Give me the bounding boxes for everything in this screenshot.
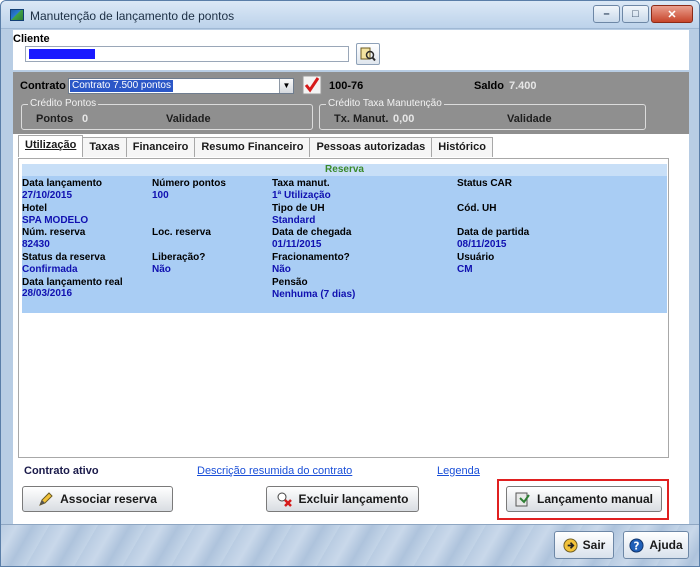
tab-financeiro[interactable]: Financeiro (125, 137, 196, 157)
tipo-uh-label: Tipo de UH (272, 203, 325, 214)
tipo-uh-value: Standard (272, 215, 316, 226)
checkmark-icon (302, 75, 322, 95)
title-bar: Manutenção de lançamento de pontos – □ ✕ (1, 1, 699, 29)
numero-pontos-value: 100 (152, 190, 169, 201)
tx-manut-value: 0,00 (393, 113, 415, 125)
data-chegada-label: Data de chegada (272, 227, 352, 238)
chevron-down-icon[interactable]: ▼ (279, 79, 293, 93)
lancamento-manual-button[interactable]: Lançamento manual (506, 486, 662, 512)
tab-resumo-financeiro[interactable]: Resumo Financeiro (194, 137, 311, 157)
lancamento-manual-label: Lançamento manual (536, 492, 654, 506)
legenda-link[interactable]: Legenda (437, 465, 480, 477)
data-lancamento-value: 27/10/2015 (22, 190, 73, 201)
contrato-label: Contrato (20, 80, 66, 92)
excluir-lancamento-label: Excluir lançamento (298, 492, 409, 506)
usuario-label: Usuário (457, 252, 495, 263)
app-icon (10, 9, 24, 21)
status-car-label: Status CAR (457, 178, 513, 189)
search-person-icon (360, 47, 376, 62)
tab-utilizacao[interactable]: Utilização (18, 135, 84, 157)
excluir-lancamento-button[interactable]: Excluir lançamento (266, 486, 419, 512)
loc-reserva-label: Loc. reserva (152, 227, 211, 238)
contrato-code: 100-76 (329, 80, 364, 92)
pensao-value: Nenhuma (7 dias) (272, 289, 356, 300)
data-partida-value: 08/11/2015 (457, 239, 507, 250)
tab-pessoas-autorizadas[interactable]: Pessoas autorizadas (309, 137, 433, 157)
help-icon: ? (629, 537, 644, 553)
status-reserva-value: Confirmada (22, 264, 78, 275)
minimize-button[interactable]: – (593, 5, 620, 23)
liberacao-label: Liberação? (152, 252, 206, 263)
window-title: Manutenção de lançamento de pontos (30, 9, 235, 23)
fracionamento-value: Não (272, 264, 291, 275)
num-reserva-label: Núm. reserva (22, 227, 86, 238)
close-button[interactable]: ✕ (651, 5, 693, 23)
hotel-value: SPA MODELO (22, 215, 89, 226)
svg-text:?: ? (634, 540, 640, 552)
tab-taxas[interactable]: Taxas (82, 137, 127, 157)
contrato-ativo-label: Contrato ativo (24, 465, 99, 477)
ajuda-button[interactable]: ? Ajuda (623, 531, 689, 559)
usuario-value: CM (457, 264, 473, 275)
data-partida-label: Data de partida (457, 227, 530, 238)
tab-historico[interactable]: Histórico (431, 137, 493, 157)
data-lancamento-label: Data lançamento (22, 178, 103, 189)
pencil-icon (39, 492, 53, 506)
pontos-value: 0 (82, 113, 89, 125)
credito-taxa-group: Crédito Taxa Manutenção Tx. Manut. 0,00 … (319, 98, 646, 130)
sair-button[interactable]: Sair (554, 531, 614, 559)
credito-taxa-title: Crédito Taxa Manutenção (326, 98, 444, 109)
reserva-header: Reserva (22, 164, 667, 176)
num-reserva-value: 82430 (22, 239, 50, 250)
maximize-button[interactable]: □ (622, 5, 649, 23)
taxa-manut-value: 1ª Utilização (272, 190, 331, 201)
contrato-selected-value: Contrato 7.500 pontos (70, 80, 173, 92)
saldo-label: Saldo (474, 80, 504, 92)
associar-reserva-label: Associar reserva (60, 492, 157, 506)
pontos-validade-label: Validade (166, 113, 211, 125)
taxa-validade-label: Validade (507, 113, 552, 125)
liberacao-value: Não (152, 264, 171, 275)
associar-reserva-button[interactable]: Associar reserva (22, 486, 173, 512)
cliente-label: Cliente (13, 33, 50, 45)
descricao-contrato-link[interactable]: Descrição resumida do contrato (197, 465, 352, 477)
manual-entry-icon (515, 492, 530, 507)
fracionamento-label: Fracionamento? (272, 252, 350, 263)
cliente-value-redacted (29, 49, 95, 59)
delete-icon (277, 492, 293, 507)
contrato-select[interactable]: Contrato 7.500 pontos ▼ (68, 78, 294, 94)
saldo-value: 7.400 (509, 80, 537, 92)
numero-pontos-label: Número pontos (152, 178, 226, 189)
main-window: Manutenção de lançamento de pontos – □ ✕… (0, 0, 700, 567)
sair-label: Sair (582, 538, 606, 552)
exit-icon (563, 537, 578, 553)
window-controls: – □ ✕ (593, 5, 693, 23)
hotel-label: Hotel (22, 203, 47, 214)
tx-manut-label: Tx. Manut. (334, 113, 389, 125)
status-reserva-label: Status da reserva (22, 252, 106, 263)
pensao-label: Pensão (272, 277, 308, 288)
search-cliente-button[interactable] (356, 43, 380, 65)
reserva-panel[interactable]: Reserva Data lançamento 27/10/2015 Númer… (22, 164, 667, 313)
data-real-value: 28/03/2016 (22, 288, 73, 299)
cliente-input[interactable] (25, 46, 349, 62)
credito-pontos-title: Crédito Pontos (28, 98, 99, 109)
taxa-manut-label: Taxa manut. (272, 178, 330, 189)
pontos-label: Pontos (36, 113, 74, 125)
cod-uh-label: Cód. UH (457, 203, 497, 214)
ajuda-label: Ajuda (649, 538, 683, 552)
tab-bar: Utilização Taxas Financeiro Resumo Finan… (18, 135, 493, 157)
data-chegada-value: 01/11/2015 (272, 239, 322, 250)
credito-pontos-group: Crédito Pontos Pontos 0 Validade (21, 98, 313, 130)
